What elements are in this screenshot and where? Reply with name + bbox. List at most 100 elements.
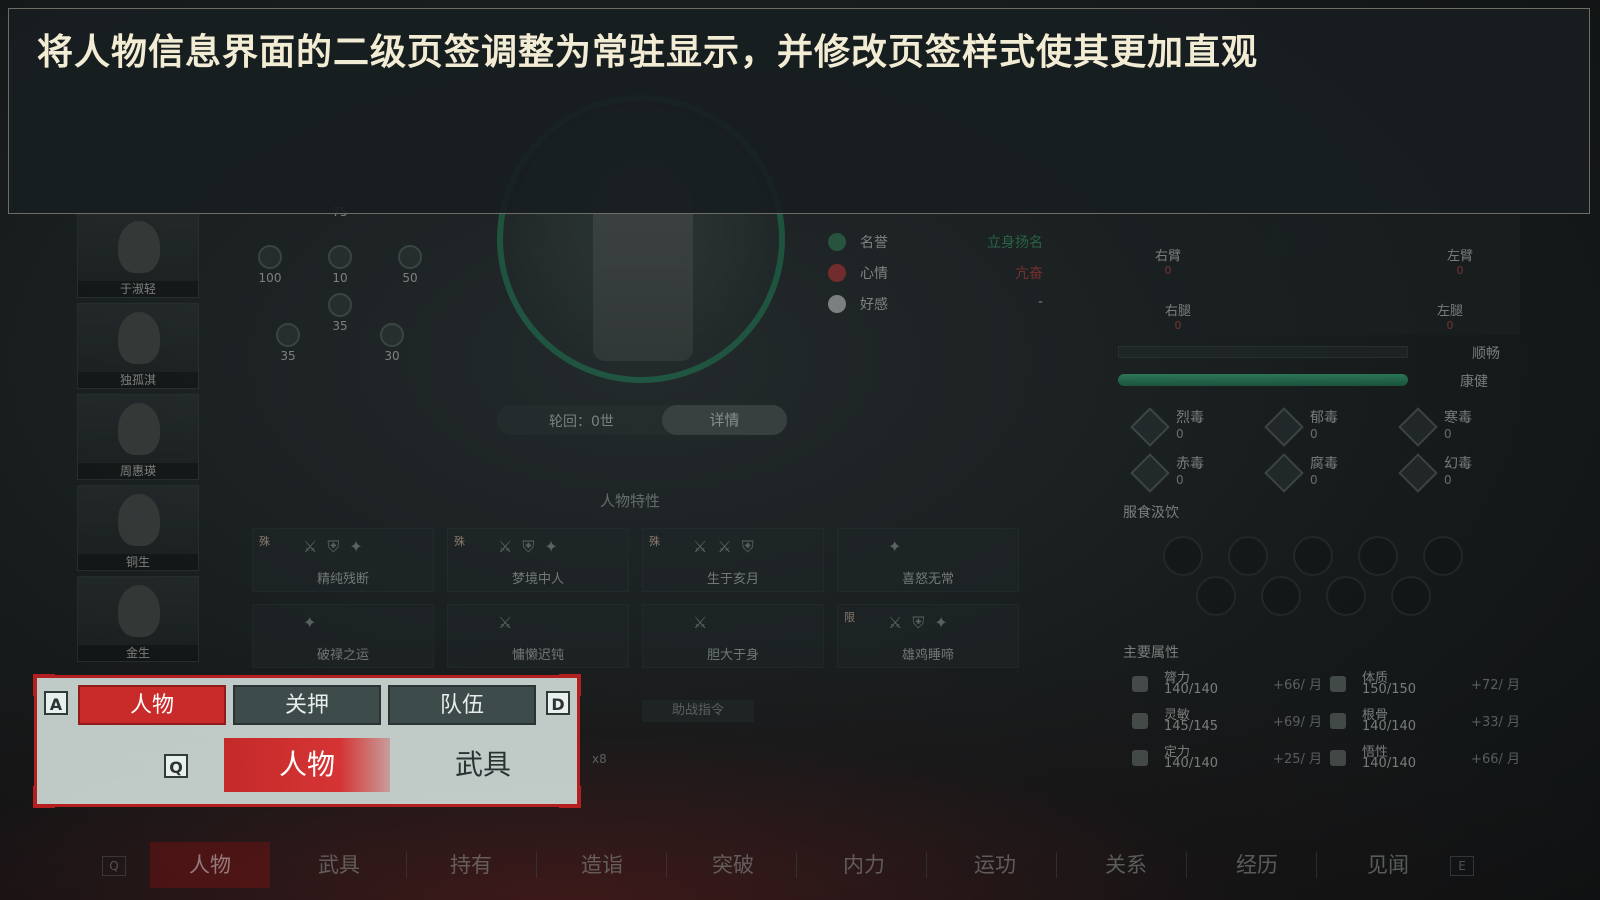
crystal-icon [398, 245, 422, 269]
trait-card[interactable]: ✦ 喜怒无常 [837, 528, 1019, 592]
next-tab-key[interactable]: E [1450, 856, 1474, 876]
tab-team[interactable]: 队伍 [388, 685, 536, 725]
tab-breakthrough[interactable]: 突破 [673, 842, 793, 888]
detail-button[interactable]: 详情 [662, 405, 787, 435]
trait-name: 胆大于身 [706, 648, 759, 663]
poison-item: 赤毒 0 [1128, 451, 1260, 493]
prev-tab-key[interactable]: A [44, 691, 68, 715]
character-name: 于淑轻 [78, 281, 198, 297]
subtab-character[interactable]: 人物 [224, 738, 390, 792]
info-value: - [1037, 294, 1043, 310]
trait-card[interactable]: ✦ 破禄之运 [252, 604, 434, 668]
tab-detention[interactable]: 关押 [233, 685, 381, 725]
tab-relations[interactable]: 关系 [1066, 842, 1186, 888]
character-card[interactable]: 周惠瑛 [77, 394, 199, 480]
trait-icons: ⚔⛨✦ [498, 537, 568, 556]
food-slot[interactable] [1196, 576, 1236, 616]
trait-card[interactable]: 殊 ⚔⛨✦ 精纯残断 [252, 528, 434, 592]
next-tab-key[interactable]: D [546, 691, 570, 715]
food-slot[interactable] [1391, 576, 1431, 616]
food-slot[interactable] [1358, 536, 1398, 576]
trait-icons: ⚔ [498, 613, 523, 632]
tab-circulation[interactable]: 运功 [935, 842, 1055, 888]
attribute-delta: +72/ 月 [1471, 678, 1520, 693]
poison-name: 幻毒 [1444, 456, 1472, 472]
wheel-value: 35 [280, 349, 296, 363]
food-slot[interactable] [1423, 536, 1463, 576]
attribute-row: 根骨 140/140 +33/ 月 [1328, 707, 1520, 741]
poison-value: 0 [1444, 427, 1452, 441]
poison-value: 0 [1310, 473, 1318, 487]
wheel-stat: 10 [320, 245, 360, 285]
trait-card[interactable]: 殊 ⚔⛨✦ 梦境中人 [447, 528, 629, 592]
tab-character[interactable]: 人物 [150, 842, 270, 888]
wheel-stat: 50 [390, 245, 430, 285]
character-card[interactable]: 金生 [77, 576, 199, 662]
food-slot[interactable] [1261, 576, 1301, 616]
poison-icon [1398, 453, 1438, 493]
agility-icon [1132, 713, 1148, 729]
main-tab-bar: Q 人物 武具 持有 造诣 突破 内力 运功 关系 经历 见闻 E [100, 842, 1500, 888]
attribute-row: 灵敏 145/145 +69/ 月 [1130, 707, 1322, 741]
food-slot[interactable] [1326, 576, 1366, 616]
food-slot[interactable] [1228, 536, 1268, 576]
proposed-tab-widget: A 人物 关押 队伍 D Q 人物 武具 [33, 674, 581, 808]
poison-name: 寒毒 [1444, 410, 1472, 426]
attribute-value: 140/140 [1362, 756, 1417, 771]
tab-divider [926, 852, 927, 878]
food-slot[interactable] [1163, 536, 1203, 576]
poison-item: 烈毒 0 [1128, 405, 1260, 447]
poison-item: 寒毒 0 [1396, 405, 1528, 447]
attribute-delta: +33/ 月 [1471, 715, 1520, 730]
wheel-value: 10 [332, 271, 348, 285]
poison-value: 0 [1310, 427, 1318, 441]
tab-mastery[interactable]: 造诣 [542, 842, 662, 888]
tab-equipment[interactable]: 武具 [279, 842, 399, 888]
trait-icons: ✦ [303, 613, 327, 632]
trait-card[interactable]: ⚔ 胆大于身 [642, 604, 824, 668]
character-card[interactable]: 独孤淇 [77, 303, 199, 389]
assist-command-button[interactable]: 助战指令 [642, 700, 754, 722]
trait-tag: 殊 [454, 535, 465, 548]
subtab-switch-key[interactable]: Q [164, 754, 188, 778]
swirl-icon [328, 293, 352, 317]
poison-item: 腐毒 0 [1262, 451, 1394, 493]
tab-inventory[interactable]: 持有 [411, 842, 531, 888]
tab-history[interactable]: 经历 [1197, 842, 1317, 888]
character-card[interactable]: 于淑轻 [77, 212, 199, 298]
attribute-row: 膂力 140/140 +66/ 月 [1130, 670, 1322, 704]
food-slot[interactable] [1293, 536, 1333, 576]
info-label: 好感 [860, 297, 888, 313]
trait-tag: 殊 [649, 535, 660, 548]
trait-tag: 限 [844, 611, 855, 624]
limb-status: 左臂 0 [1430, 245, 1490, 277]
trait-card[interactable]: ⚔ 慵懒迟钝 [447, 604, 629, 668]
tab-character[interactable]: 人物 [78, 685, 226, 725]
tab-inner-power[interactable]: 内力 [804, 842, 924, 888]
wheel-stat: 35 [320, 293, 360, 333]
poison-icon [1264, 407, 1304, 447]
attribute-delta: +66/ 月 [1273, 678, 1322, 693]
info-label: 名誉 [860, 235, 888, 251]
info-value: 亢奋 [1015, 266, 1043, 282]
poison-name: 烈毒 [1176, 410, 1204, 426]
info-label: 心情 [860, 266, 888, 282]
trait-card[interactable]: 限 ⚔⛨✦ 雄鸡睡啼 [837, 604, 1019, 668]
tab-knowledge[interactable]: 见闻 [1328, 842, 1448, 888]
breath-status: 顺畅 [1472, 346, 1500, 362]
reincarnation-label: 轮回：0世 [549, 414, 614, 430]
limb-value: 0 [1174, 319, 1182, 332]
wheel-value: 50 [402, 271, 418, 285]
character-portrait [118, 403, 160, 455]
subtab-equipment[interactable]: 武具 [400, 738, 566, 792]
limb-name: 右臂 [1154, 249, 1181, 264]
character-name: 金生 [78, 645, 198, 661]
character-card[interactable]: 铜生 [77, 485, 199, 571]
attribute-value: 145/145 [1164, 719, 1219, 734]
trait-icons: ✦ [888, 537, 912, 556]
limb-name: 左臂 [1446, 249, 1473, 264]
trait-card[interactable]: 殊 ⚔⚔⛨ 生于亥月 [642, 528, 824, 592]
handshake-icon [828, 295, 846, 313]
limb-status: 右臂 0 [1138, 245, 1198, 277]
prev-tab-key[interactable]: Q [102, 856, 126, 876]
